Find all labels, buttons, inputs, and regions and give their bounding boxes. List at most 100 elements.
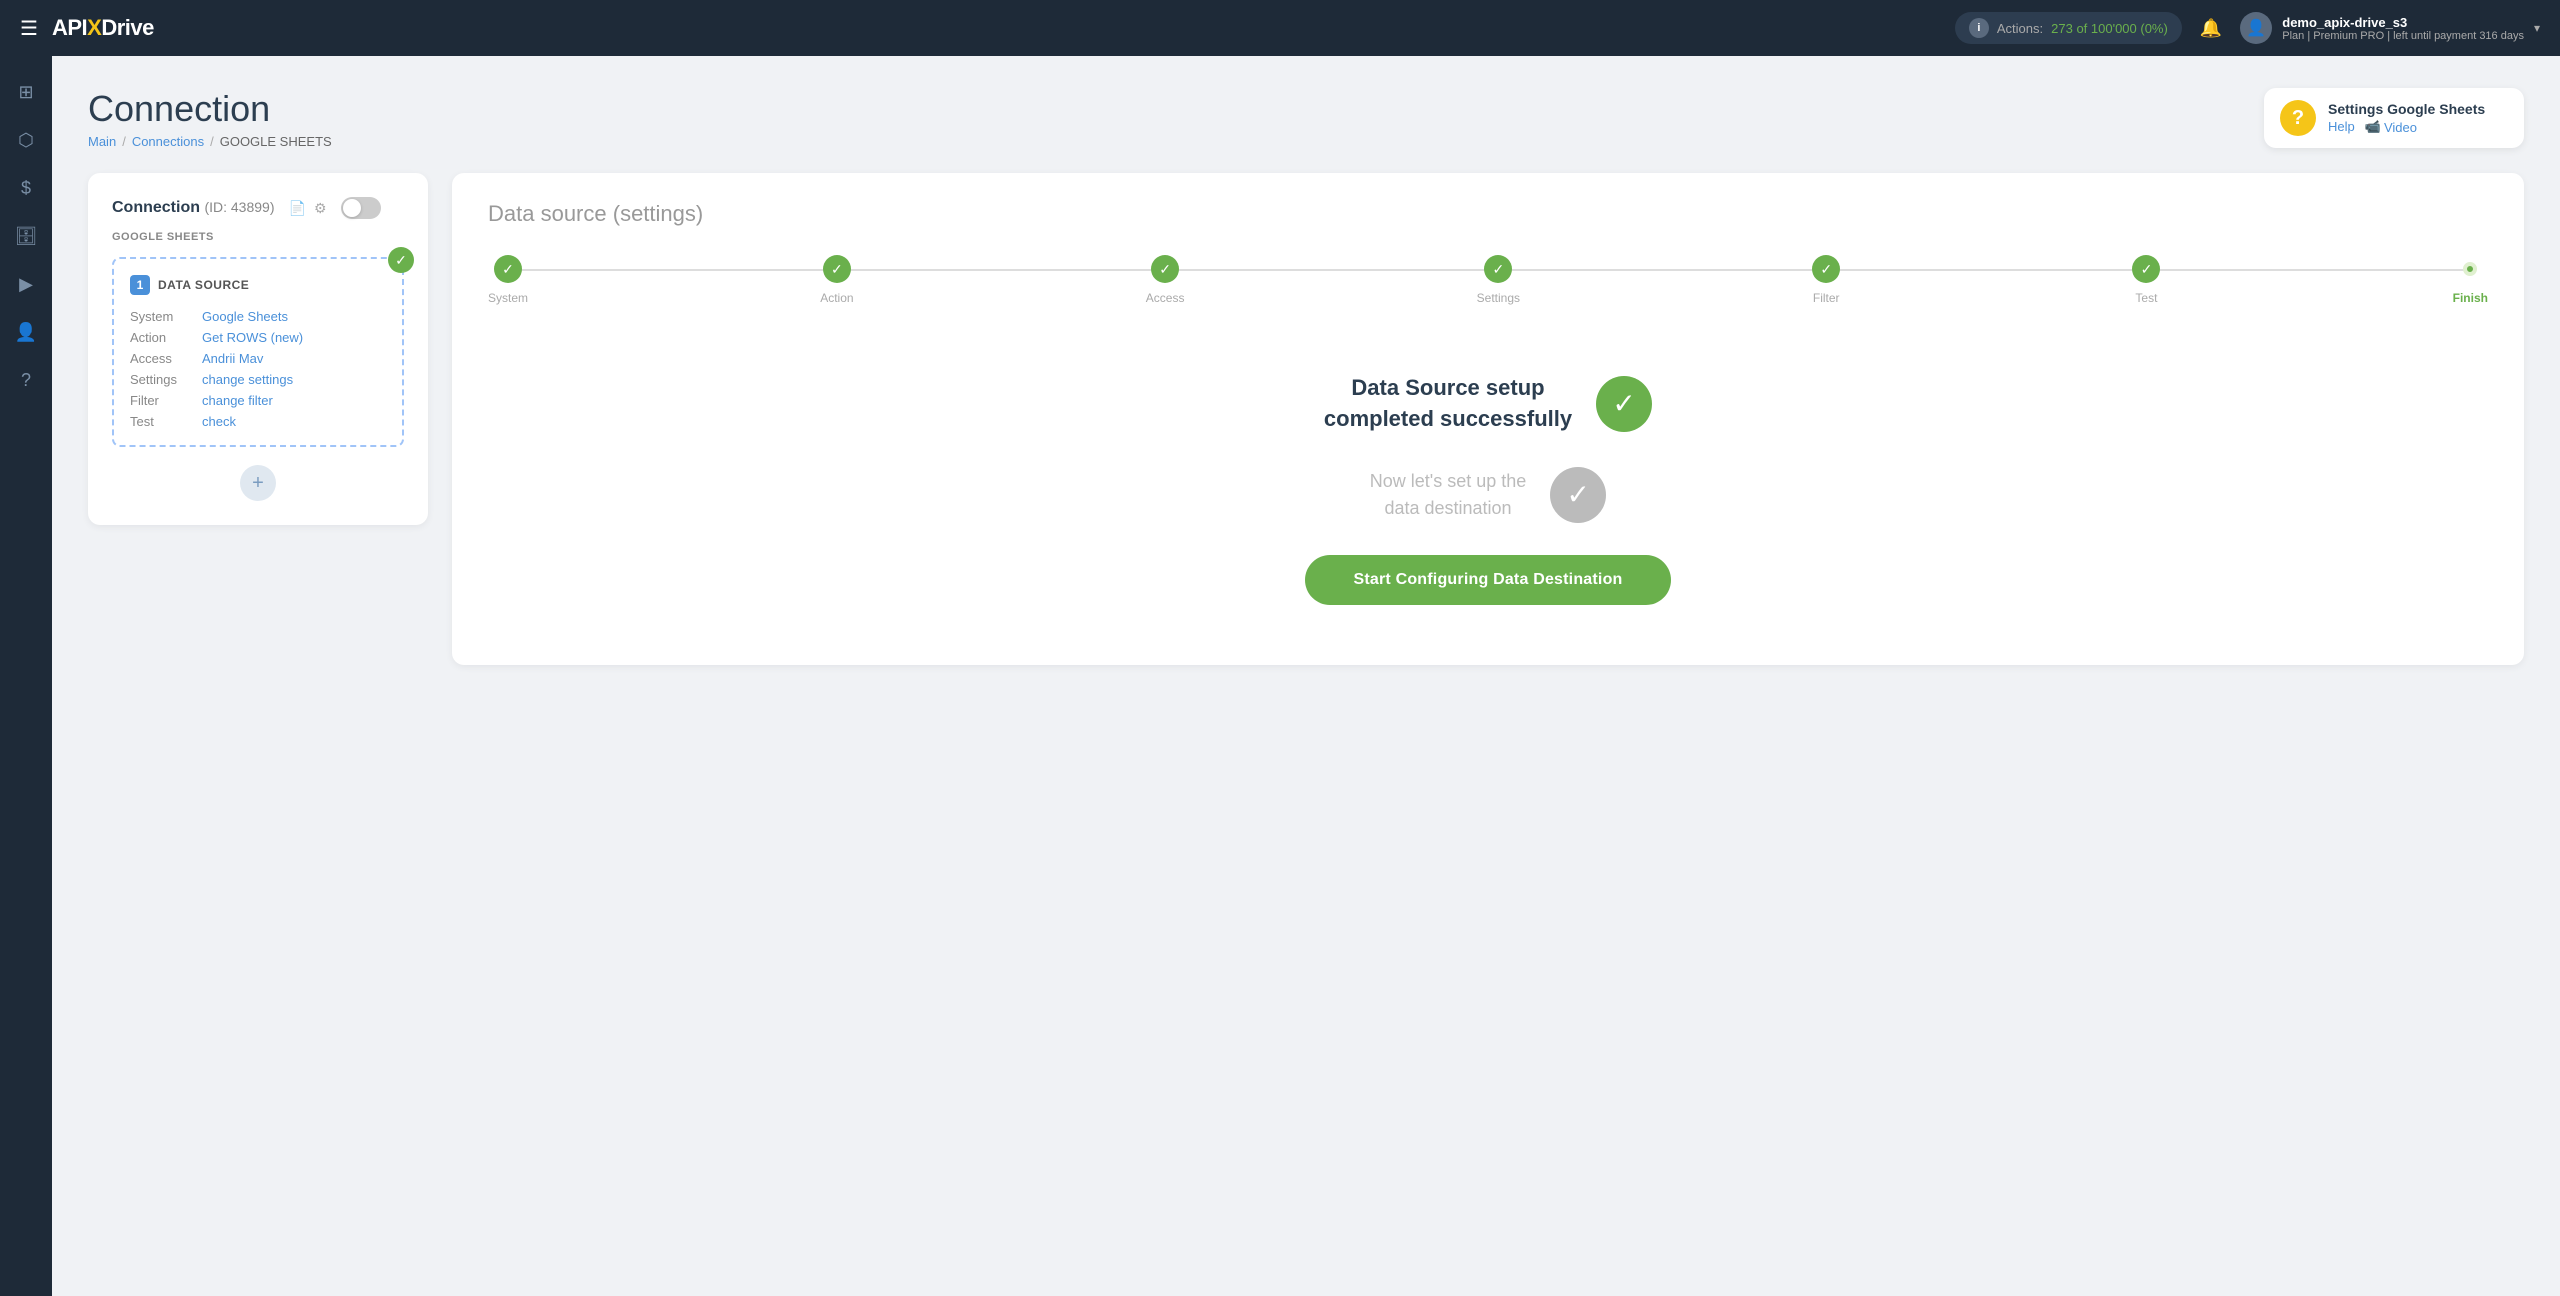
ds-row: Testcheck: [130, 414, 386, 429]
ds-header: 1 DATA SOURCE: [130, 275, 386, 295]
help-title: Settings Google Sheets: [2328, 101, 2485, 117]
ds-number: 1: [130, 275, 150, 295]
page-header: Connection Main / Connections / GOOGLE S…: [88, 88, 2524, 149]
user-name: demo_apix-drive_s3: [2282, 15, 2524, 30]
card-title: Data source (settings): [488, 201, 2488, 227]
connection-title: Connection (ID: 43899): [112, 199, 275, 217]
step-action: ✓ Action: [820, 255, 853, 305]
help-link[interactable]: Help: [2328, 119, 2355, 135]
step-label: System: [488, 291, 528, 305]
help-links: Help 📹 Video: [2328, 119, 2485, 135]
ds-key: Access: [130, 351, 202, 366]
breadcrumb-current: GOOGLE SHEETS: [220, 134, 332, 149]
step-circle-done: ✓: [494, 255, 522, 283]
toggle-switch[interactable]: [341, 197, 381, 219]
ds-key: Action: [130, 330, 202, 345]
avatar: 👤: [2240, 12, 2272, 44]
step-label: Filter: [1813, 291, 1840, 305]
breadcrumb-main[interactable]: Main: [88, 134, 116, 149]
dropdown-icon[interactable]: ▾: [2534, 21, 2540, 35]
success-area: Data Source setupcompleted successfully …: [488, 353, 2488, 637]
gear-icon[interactable]: ⚙: [314, 200, 327, 217]
ds-val[interactable]: Get ROWS (new): [202, 330, 303, 345]
ds-val[interactable]: Andrii Mav: [202, 351, 263, 366]
success-text-main: Data Source setupcompleted successfully: [1324, 373, 1572, 435]
sidebar-item-profile[interactable]: 👤: [6, 312, 46, 352]
step-circle-done: ✓: [1812, 255, 1840, 283]
user-section: 👤 demo_apix-drive_s3 Plan | Premium PRO …: [2240, 12, 2540, 44]
right-card: Data source (settings) ✓System✓Action✓Ac…: [452, 173, 2524, 665]
video-link[interactable]: 📹 Video: [2365, 119, 2417, 135]
breadcrumb: Main / Connections / GOOGLE SHEETS: [88, 134, 332, 149]
success-row-1: Data Source setupcompleted successfully …: [1324, 373, 1652, 435]
sidebar-item-data[interactable]: 🗄: [6, 216, 46, 256]
user-plan: Plan | Premium PRO | left until payment …: [2282, 30, 2524, 42]
hamburger-icon[interactable]: ☰: [20, 16, 38, 41]
add-button[interactable]: +: [240, 465, 276, 501]
ds-key: Filter: [130, 393, 202, 408]
ds-val[interactable]: change filter: [202, 393, 273, 408]
page-header-left: Connection Main / Connections / GOOGLE S…: [88, 88, 332, 149]
ds-title: DATA SOURCE: [158, 278, 249, 292]
sidebar-item-dashboard[interactable]: ⊞: [6, 72, 46, 112]
toggle-knob: [343, 199, 361, 217]
sidebar-item-billing[interactable]: $: [6, 168, 46, 208]
step-label: Access: [1146, 291, 1185, 305]
bell-icon[interactable]: 🔔: [2200, 18, 2222, 39]
left-card: Connection (ID: 43899) 📄 ⚙ GOOGLE SHEETS…: [88, 173, 428, 525]
user-info: demo_apix-drive_s3 Plan | Premium PRO | …: [2282, 15, 2524, 42]
check-circle-gray: ✓: [1550, 467, 1606, 523]
topnav: ☰ APIXDrive i Actions: 273 of 100'000 (0…: [0, 0, 2560, 56]
cards-row: Connection (ID: 43899) 📄 ⚙ GOOGLE SHEETS…: [88, 173, 2524, 665]
datasource-check-icon: ✓: [388, 247, 414, 273]
ds-row: AccessAndrii Mav: [130, 351, 386, 366]
conn-icons: 📄 ⚙: [289, 200, 327, 217]
help-widget: ? Settings Google Sheets Help 📹 Video: [2264, 88, 2524, 148]
step-label: Settings: [1477, 291, 1520, 305]
step-label: Test: [2135, 291, 2157, 305]
video-icon: 📹: [2365, 119, 2381, 135]
step-settings: ✓ Settings: [1477, 255, 1520, 305]
step-circle-done: ✓: [2132, 255, 2160, 283]
breadcrumb-connections[interactable]: Connections: [132, 134, 204, 149]
actions-label: Actions:: [1997, 21, 2043, 36]
ds-val[interactable]: change settings: [202, 372, 293, 387]
sidebar-item-video[interactable]: ▶: [6, 264, 46, 304]
step-test: ✓ Test: [2132, 255, 2160, 305]
check-circle-green: ✓: [1596, 376, 1652, 432]
step-access: ✓Access: [1146, 255, 1185, 305]
step-finish: Finish: [2453, 255, 2488, 305]
ds-key: System: [130, 309, 202, 324]
topnav-actions: i Actions: 273 of 100'000 (0%) 🔔 👤 demo_…: [1955, 12, 2540, 44]
step-system: ✓ System: [488, 255, 528, 305]
success-text-sub: Now let's set up thedata destination: [1370, 468, 1527, 522]
stepper: ✓ System ✓ Action ✓Access ✓ Settings ✓ Filter ✓ Te…: [488, 255, 2488, 305]
sidebar-item-help[interactable]: ?: [6, 360, 46, 400]
ds-row: ActionGet ROWS (new): [130, 330, 386, 345]
ds-row: Filterchange filter: [130, 393, 386, 408]
main-content: Connection Main / Connections / GOOGLE S…: [52, 56, 2560, 1296]
section-label: GOOGLE SHEETS: [112, 231, 404, 243]
actions-count: 273 of 100'000 (0%): [2051, 21, 2168, 36]
info-icon: i: [1969, 18, 1989, 38]
page-title: Connection: [88, 88, 332, 130]
sidebar-item-flow[interactable]: ⬡: [6, 120, 46, 160]
connection-header: Connection (ID: 43899) 📄 ⚙: [112, 197, 404, 219]
data-source-box: ✓ 1 DATA SOURCE SystemGoogle SheetsActio…: [112, 257, 404, 447]
ds-row: Settingschange settings: [130, 372, 386, 387]
actions-badge: i Actions: 273 of 100'000 (0%): [1955, 12, 2182, 44]
ds-rows: SystemGoogle SheetsActionGet ROWS (new)A…: [130, 309, 386, 429]
success-row-2: Now let's set up thedata destination ✓: [1370, 467, 1607, 523]
step-circle-current: [2463, 262, 2477, 276]
ds-val[interactable]: check: [202, 414, 236, 429]
ds-key: Test: [130, 414, 202, 429]
step-filter: ✓ Filter: [1812, 255, 1840, 305]
step-circle-done: ✓: [823, 255, 851, 283]
step-circle-done: ✓: [1484, 255, 1512, 283]
help-question-icon: ?: [2280, 100, 2316, 136]
help-content: Settings Google Sheets Help 📹 Video: [2328, 101, 2485, 135]
ds-val[interactable]: Google Sheets: [202, 309, 288, 324]
step-label: Action: [820, 291, 853, 305]
doc-icon[interactable]: 📄: [289, 200, 306, 217]
start-configuring-button[interactable]: Start Configuring Data Destination: [1305, 555, 1670, 605]
